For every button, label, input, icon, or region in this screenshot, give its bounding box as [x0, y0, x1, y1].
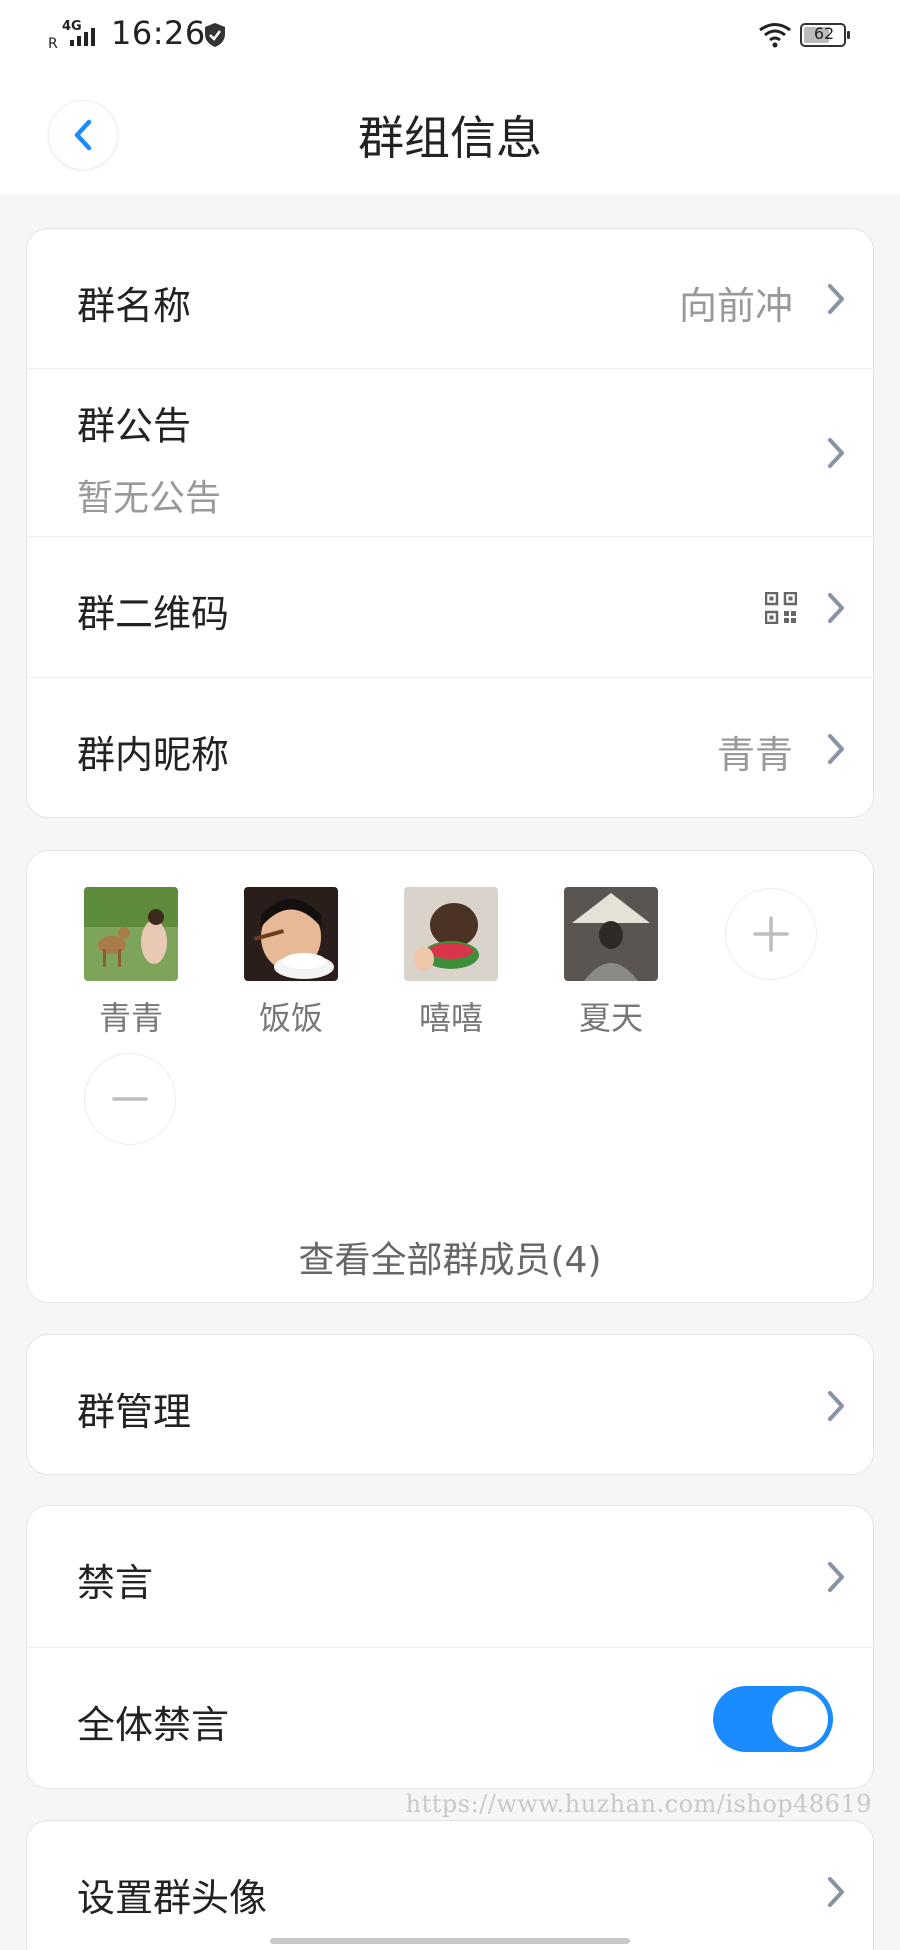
mute-all-row: 全体禁言 — [27, 1648, 873, 1788]
add-member-button[interactable] — [725, 888, 817, 980]
chevron-right-icon — [828, 734, 844, 764]
member-name: 嘻嘻 — [418, 999, 483, 1037]
status-time: 16:26 — [111, 14, 206, 52]
remove-member-button[interactable] — [84, 1053, 176, 1145]
group-name-label: 群名称 — [77, 284, 192, 328]
member-item[interactable]: 嘻嘻 — [396, 887, 506, 1039]
member-avatar — [244, 887, 338, 981]
group-management-card: 群管理 — [26, 1334, 874, 1475]
chevron-right-icon — [828, 438, 844, 468]
minus-icon — [112, 1097, 148, 1101]
mute-all-label: 全体禁言 — [77, 1703, 230, 1747]
page-title: 群组信息 — [358, 111, 542, 165]
group-nickname-label: 群内昵称 — [77, 733, 230, 777]
group-management-label: 群管理 — [77, 1390, 192, 1434]
group-qrcode-label: 群二维码 — [77, 592, 230, 636]
cellular-signal-icon: R 4G — [48, 19, 95, 50]
member-name: 夏天 — [578, 999, 643, 1037]
chevron-right-icon — [828, 1562, 844, 1592]
set-avatar-row[interactable]: 设置群头像 — [27, 1821, 873, 1950]
status-bar: R 4G 16:26 62 — [0, 0, 900, 70]
group-notice-label: 群公告 — [77, 404, 192, 448]
group-nickname-row[interactable]: 群内昵称 青青 — [27, 678, 873, 817]
group-notice-row[interactable]: 群公告 暂无公告 — [27, 369, 873, 537]
chevron-right-icon — [828, 284, 844, 314]
mute-row[interactable]: 禁言 — [27, 1506, 873, 1648]
group-qrcode-row[interactable]: 群二维码 — [27, 537, 873, 678]
shield-icon — [205, 23, 225, 47]
watermark: https://www.huzhan.com/ishop48619 — [405, 1790, 872, 1818]
group-info-card: 群名称 向前冲 群公告 暂无公告 群二维码 群内昵称 青青 — [26, 228, 874, 818]
qr-code-icon — [765, 592, 797, 624]
member-avatar — [564, 887, 658, 981]
chevron-right-icon — [828, 1391, 844, 1421]
member-name: 饭饭 — [258, 999, 323, 1037]
svg-text:R: R — [48, 36, 58, 50]
header: 群组信息 — [0, 70, 900, 195]
member-avatar — [84, 887, 178, 981]
chevron-right-icon — [828, 593, 844, 623]
member-item[interactable]: 饭饭 — [236, 887, 346, 1039]
battery-level: 62 — [813, 24, 835, 43]
member-name: 青青 — [98, 999, 163, 1037]
group-name-value: 向前冲 — [678, 284, 793, 328]
mute-all-toggle[interactable] — [713, 1686, 833, 1752]
view-all-members-link[interactable]: 查看全部群成员(4) — [27, 1231, 873, 1283]
mute-card: 禁言 全体禁言 — [26, 1505, 874, 1789]
group-name-row[interactable]: 群名称 向前冲 — [27, 229, 873, 369]
group-notice-value: 暂无公告 — [77, 478, 222, 519]
toggle-knob — [772, 1691, 828, 1747]
chevron-right-icon — [828, 1877, 844, 1907]
wifi-icon — [759, 23, 791, 48]
svg-text:4G: 4G — [62, 19, 82, 34]
members-card: 青青 饭饭 嘻嘻 夏天 查看全部群成员(4) — [26, 850, 874, 1303]
plus-icon — [753, 916, 789, 952]
mute-label: 禁言 — [77, 1561, 154, 1605]
set-avatar-card: 设置群头像 — [26, 1820, 874, 1950]
group-management-row[interactable]: 群管理 — [27, 1335, 873, 1474]
member-avatar — [404, 887, 498, 981]
member-item[interactable]: 夏天 — [556, 887, 666, 1039]
member-item[interactable]: 青青 — [76, 887, 186, 1039]
group-nickname-value: 青青 — [716, 733, 793, 777]
set-avatar-label: 设置群头像 — [77, 1876, 268, 1920]
home-indicator[interactable] — [270, 1938, 630, 1944]
